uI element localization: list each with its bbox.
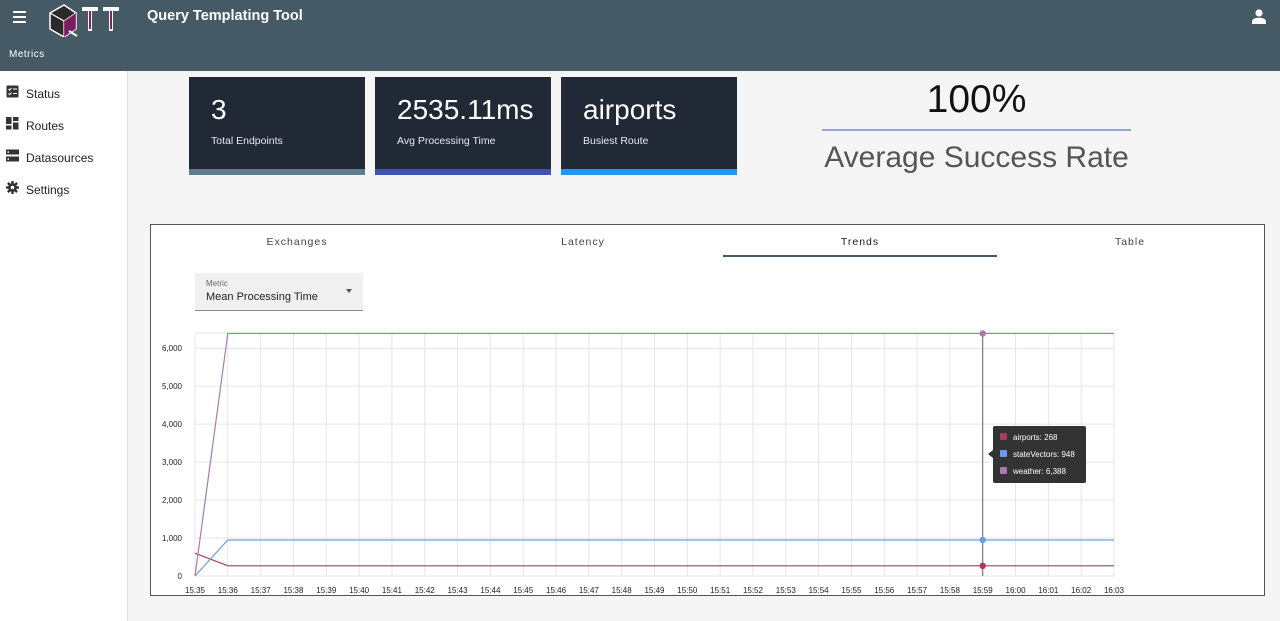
tooltip-text: weather: 6,388: [1013, 467, 1066, 476]
success-rate-value: 100%: [926, 78, 1027, 121]
stat-value: 2535.11ms: [397, 94, 534, 125]
tooltip-text: airports: 268: [1013, 433, 1058, 442]
menu-icon[interactable]: [10, 8, 30, 26]
sidebar-item-label: Settings: [26, 183, 70, 197]
tooltip-text: stateVectors: 948: [1013, 450, 1075, 459]
stat-caption: Total Endpoints: [211, 135, 283, 147]
y-tick-label: 2,000: [162, 496, 183, 505]
stat-accent-bar: [189, 169, 365, 175]
x-tick-label: 15:47: [579, 586, 600, 595]
status-icon: [6, 85, 19, 98]
sidebar-item-label: Routes: [26, 119, 65, 133]
stat-value: airports: [583, 94, 677, 125]
x-tick-label: 16:02: [1071, 586, 1092, 595]
stat-value: 3: [211, 94, 227, 125]
y-tick-label: 3,000: [162, 458, 183, 467]
x-tick-label: 15:57: [907, 586, 928, 595]
x-tick-label: 15:55: [841, 586, 862, 595]
sidebar: Status Routes Datasources Settings: [0, 71, 128, 621]
y-tick-label: 0: [178, 572, 183, 581]
stat-card-avg-processing-time: 2535.11ms Avg Processing Time: [375, 77, 551, 175]
sidebar-item-datasources[interactable]: Datasources: [0, 148, 127, 176]
sidebar-item-status[interactable]: Status: [0, 84, 127, 112]
x-tick-label: 15:43: [448, 586, 469, 595]
x-tick-label: 15:44: [480, 586, 501, 595]
chart-tooltip: airports: 268 stateVectors: 948 weather:…: [988, 426, 1086, 483]
dashboard-icon: [6, 117, 19, 130]
stat-card-busiest-route: airports Busiest Route: [561, 77, 737, 175]
y-tick-label: 5,000: [162, 382, 183, 391]
sidebar-item-routes[interactable]: Routes: [0, 116, 127, 144]
statevectors-swatch: [1000, 450, 1007, 457]
weather-swatch: [1000, 467, 1007, 474]
hover-point-airports: [979, 562, 986, 570]
stat-accent-bar: [561, 169, 737, 175]
x-tick-label: 15:42: [415, 586, 436, 595]
x-tick-label: 15:48: [612, 586, 633, 595]
x-tick-label: 15:46: [546, 586, 567, 595]
trends-chart: 15:35 15:36 15:37 15:38 15:39 15:40 15:41 15:42…: [162, 330, 1125, 595]
stat-caption: Avg Processing Time: [397, 135, 496, 147]
x-tick-label: 15:38: [283, 586, 304, 595]
sidebar-item-label: Status: [26, 87, 61, 101]
x-tick-label: 15:51: [710, 586, 731, 595]
y-tick-label: 6,000: [162, 344, 183, 353]
success-rate-divider: [822, 129, 1131, 131]
x-tick-label: 15:41: [382, 586, 403, 595]
metrics-panel: Exchanges Latency Trends Table Metric Me…: [150, 224, 1265, 596]
y-tick-label: 1,000: [162, 534, 183, 543]
success-rate-caption: Average Success Rate: [824, 141, 1129, 174]
x-tick-label: 15:59: [973, 586, 994, 595]
x-tick-label: 15:49: [644, 586, 665, 595]
x-tick-label: 15:40: [349, 586, 370, 595]
x-tick-label: 15:45: [513, 586, 534, 595]
stat-caption: Busiest Route: [583, 135, 649, 147]
x-tick-label: 16:01: [1038, 586, 1059, 595]
x-tick-label: 15:50: [677, 586, 698, 595]
stat-accent-bar: [375, 169, 551, 175]
x-tick-label: 16:03: [1104, 586, 1125, 595]
x-tick-label: 15:37: [251, 586, 272, 595]
x-tick-label: 15:52: [743, 586, 764, 595]
page-subtitle: Metrics: [9, 49, 45, 60]
x-tick-label: 15:36: [218, 586, 239, 595]
hover-point-weather: [979, 330, 986, 337]
storage-icon: [6, 149, 19, 162]
x-tick-label: 15:39: [316, 586, 337, 595]
stat-card-total-endpoints: 3 Total Endpoints: [189, 77, 365, 175]
x-tick-label: 15:56: [874, 586, 895, 595]
hover-point-statevectors: [979, 536, 986, 544]
x-tick-label: 15:58: [940, 586, 961, 595]
app-title: Query Templating Tool: [147, 8, 303, 24]
y-tick-label: 4,000: [162, 420, 183, 429]
account-icon[interactable]: [1252, 9, 1266, 24]
x-tick-label: 15:53: [776, 586, 797, 595]
x-tick-label: 16:00: [1006, 586, 1027, 595]
app-logo: [49, 4, 119, 37]
sidebar-item-label: Datasources: [26, 151, 94, 165]
airports-swatch: [1000, 433, 1007, 440]
x-tick-label: 15:54: [809, 586, 830, 595]
gear-icon: [6, 181, 19, 194]
sidebar-item-settings[interactable]: Settings: [0, 180, 127, 208]
app-bar: Query Templating Tool Metrics: [0, 0, 1280, 71]
x-tick-label: 15:35: [185, 586, 206, 595]
